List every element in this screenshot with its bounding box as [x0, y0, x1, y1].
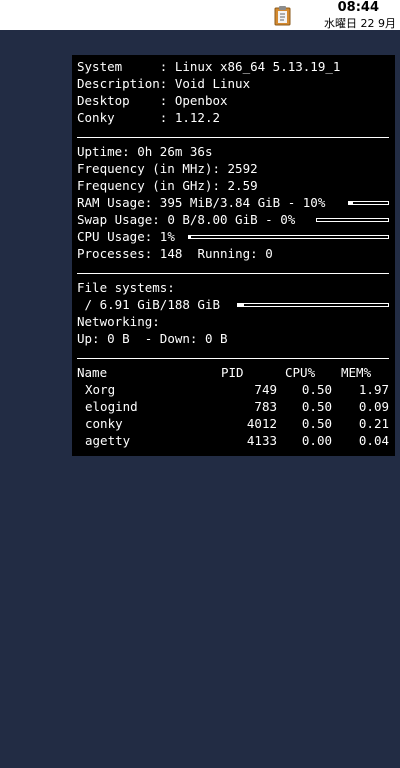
- conky-label: Conky :: [77, 110, 168, 125]
- freq-ghz-row: Frequency (in GHz): 2.59: [77, 178, 258, 194]
- fs-root-value: 6.91 GiB/188 GiB: [99, 297, 221, 312]
- description-value: Void Linux: [174, 76, 251, 91]
- clock-date[interactable]: 水曜日 22 9月: [324, 17, 396, 30]
- cpu-label: CPU Usage:: [77, 229, 153, 244]
- process-pid: 4133: [246, 433, 277, 448]
- running-value: 0: [265, 246, 273, 261]
- down-value: 0 B: [204, 331, 228, 346]
- desktop-row: Desktop : Openbox: [77, 93, 228, 109]
- process-row: conky 4012 0.50 0.21: [77, 416, 389, 432]
- process-row: Xorg 749 0.50 1.97: [77, 382, 389, 398]
- freq-ghz-value: 2.59: [227, 178, 258, 193]
- ram-row: RAM Usage: 395 MiB/3.84 GiB - 10%: [77, 195, 325, 211]
- running-label: Running:: [197, 246, 258, 261]
- filesystems-heading: File systems:: [77, 280, 175, 295]
- freq-ghz-label: Frequency (in GHz):: [77, 178, 220, 193]
- cpu-usage-bar: [188, 235, 389, 239]
- ram-usage-fill: [349, 202, 353, 204]
- swap-usage-bar: [316, 218, 389, 222]
- description-label: Description:: [77, 76, 168, 91]
- system-row: System : Linux x86_64 5.13.19_1: [77, 59, 340, 75]
- fs-root-row: / 6.91 GiB/188 GiB: [77, 297, 221, 313]
- process-cpu: 0.50: [301, 416, 332, 431]
- swap-label: Swap Usage:: [77, 212, 160, 227]
- process-name: agetty: [85, 433, 131, 448]
- process-pid: 4012: [246, 416, 277, 431]
- col-cpu-header: CPU%: [285, 365, 316, 380]
- fs-root-usage-fill: [238, 304, 244, 306]
- system-label: System :: [77, 59, 168, 74]
- cpu-value: 1%: [159, 229, 175, 244]
- freq-mhz-value: 2592: [227, 161, 258, 176]
- process-mem: 0.21: [358, 416, 389, 431]
- divider: [77, 358, 389, 359]
- process-name: conky: [85, 416, 123, 431]
- process-pid: 749: [254, 382, 277, 397]
- process-cpu: 0.00: [301, 433, 332, 448]
- uptime-value: 0h 26m 36s: [137, 144, 213, 159]
- description-row: Description: Void Linux: [77, 76, 250, 92]
- ram-value: 395 MiB/3.84 GiB - 10%: [159, 195, 326, 210]
- process-cpu: 0.50: [301, 382, 332, 397]
- processes-label: Processes:: [77, 246, 153, 261]
- process-pid: 783: [254, 399, 277, 414]
- conky-version-row: Conky : 1.12.2: [77, 110, 220, 126]
- desktop-value: Openbox: [174, 93, 228, 108]
- freq-mhz-label: Frequency (in MHz):: [77, 161, 220, 176]
- fs-root-usage-bar: [237, 303, 389, 307]
- ram-label: RAM Usage:: [77, 195, 153, 210]
- process-name: elogind: [85, 399, 138, 414]
- process-mem: 0.04: [358, 433, 389, 448]
- processes-row: Processes: 148 Running: 0: [77, 246, 273, 262]
- system-value: Linux x86_64 5.13.19_1: [174, 59, 341, 74]
- process-cpu: 0.50: [301, 399, 332, 414]
- processes-value: 148: [159, 246, 183, 261]
- process-table-header: Name PID CPU% MEM%: [77, 365, 389, 381]
- divider: [77, 273, 389, 274]
- uptime-row: Uptime: 0h 26m 36s: [77, 144, 212, 160]
- process-mem: 1.97: [358, 382, 389, 397]
- freq-mhz-row: Frequency (in MHz): 2592: [77, 161, 258, 177]
- col-name-header: Name: [77, 365, 108, 380]
- cpu-row: CPU Usage: 1%: [77, 229, 175, 245]
- conky-panel: System : Linux x86_64 5.13.19_1 Descript…: [72, 55, 395, 456]
- network-row: Up: 0 B - Down: 0 B: [77, 331, 228, 347]
- up-label: Up:: [77, 331, 100, 346]
- process-row: elogind 783 0.50 0.09: [77, 399, 389, 415]
- networking-heading: Networking:: [77, 314, 160, 329]
- cpu-usage-fill: [189, 236, 191, 238]
- down-label: - Down:: [144, 331, 198, 346]
- clipboard-icon[interactable]: [272, 4, 294, 26]
- taskbar: 08:44 水曜日 22 9月: [0, 0, 400, 30]
- swap-value: 0 B/8.00 GiB - 0%: [167, 212, 296, 227]
- col-pid-header: PID: [221, 365, 244, 380]
- clock-time[interactable]: 08:44: [338, 0, 379, 15]
- conky-value: 1.12.2: [174, 110, 220, 125]
- col-mem-header: MEM%: [341, 365, 372, 380]
- uptime-label: Uptime:: [77, 144, 130, 159]
- divider: [77, 137, 389, 138]
- process-row: agetty 4133 0.00 0.04: [77, 433, 389, 449]
- ram-usage-bar: [348, 201, 389, 205]
- swap-row: Swap Usage: 0 B/8.00 GiB - 0%: [77, 212, 295, 228]
- process-mem: 0.09: [358, 399, 389, 414]
- fs-root-label: /: [77, 297, 93, 312]
- desktop-label: Desktop :: [77, 93, 168, 108]
- up-value: 0 B: [107, 331, 130, 346]
- process-name: Xorg: [85, 382, 116, 397]
